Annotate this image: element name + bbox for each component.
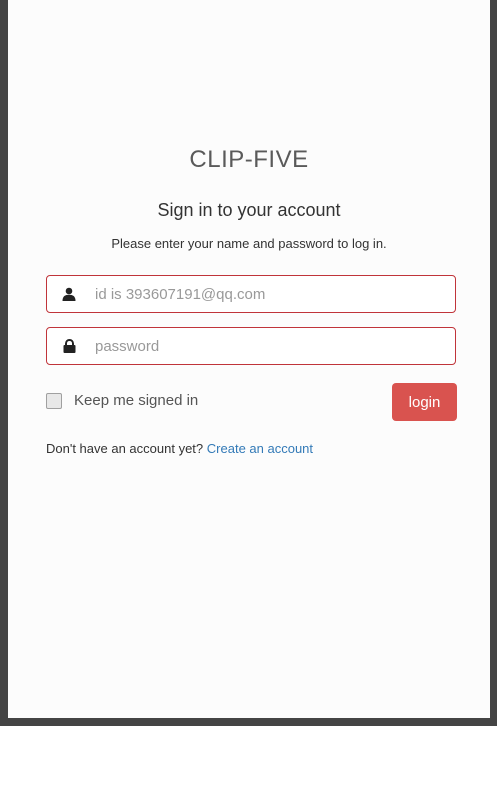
window-frame: CLIP-FIVE Sign in to your account Please… [0, 0, 497, 726]
login-panel: CLIP-FIVE Sign in to your account Please… [8, 0, 490, 718]
signup-prompt: Don't have an account yet? Create an acc… [46, 441, 313, 456]
password-field[interactable] [46, 327, 456, 365]
instructions-text: Please enter your name and password to l… [111, 236, 387, 251]
login-button[interactable]: login [392, 383, 457, 421]
brand-title: CLIP-FIVE [189, 146, 309, 173]
remember-checkbox[interactable] [46, 392, 62, 409]
page-title: Sign in to your account [157, 200, 341, 220]
username-field[interactable] [46, 275, 456, 313]
user-icon [51, 287, 87, 301]
remember-me[interactable]: Keep me signed in [46, 392, 198, 409]
password-input[interactable] [87, 327, 455, 365]
username-input[interactable] [87, 275, 455, 313]
create-account-link[interactable]: Create an account [207, 441, 313, 456]
signup-prompt-text: Don't have an account yet? [46, 441, 204, 456]
lock-icon [51, 339, 87, 353]
remember-label: Keep me signed in [74, 392, 199, 409]
